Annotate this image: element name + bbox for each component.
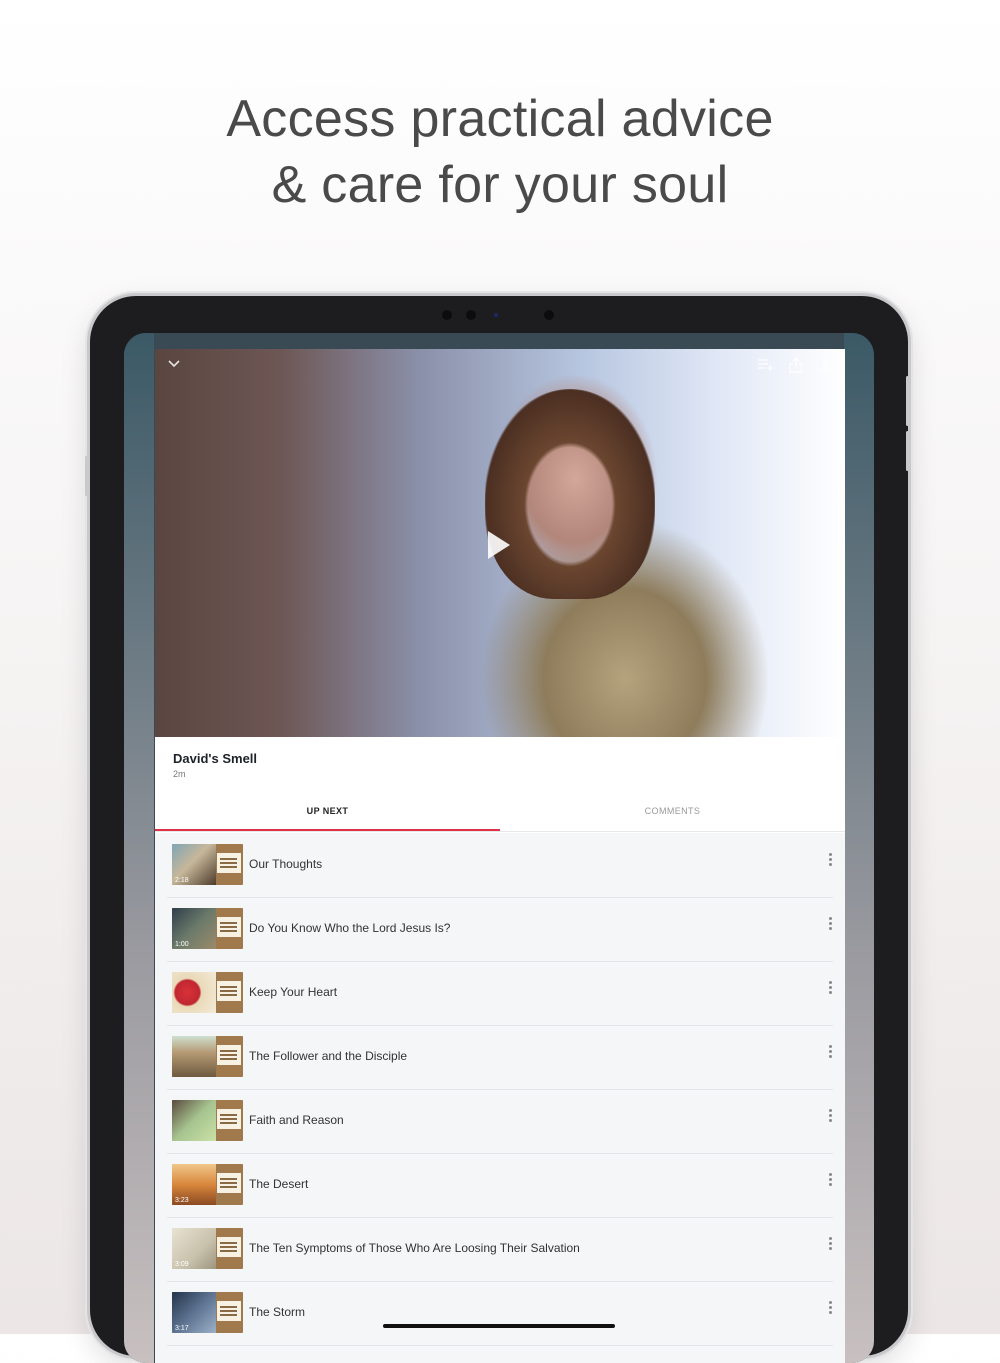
- more-options-icon[interactable]: [829, 1109, 833, 1123]
- video-title: David's Smell: [173, 751, 258, 766]
- more-options-icon[interactable]: [829, 1173, 833, 1187]
- background-edge-right: [844, 333, 874, 1363]
- thumbnail-duration: 3:23: [175, 1197, 189, 1204]
- up-next-list: 2:18 Our Thoughts 1:00 Do You Know Who t…: [155, 833, 845, 1363]
- list-item-title: The Ten Symptoms of Those Who Are Loosin…: [249, 1241, 580, 1255]
- side-button-top: [906, 376, 909, 426]
- list-item[interactable]: 3:17 The Storm: [167, 1281, 833, 1346]
- thumbnail-duration: 3:17: [175, 1325, 189, 1332]
- list-item-title: The Follower and the Disciple: [249, 1049, 408, 1063]
- video-thumbnail: 3:23: [172, 1164, 243, 1205]
- video-thumbnail: [172, 1036, 243, 1077]
- video-thumbnail: 2:18: [172, 844, 243, 885]
- chevron-down-icon[interactable]: [167, 357, 181, 373]
- tab-comments[interactable]: COMMENTS: [500, 793, 845, 831]
- player-sheet: David's Smell 2m UP NEXT COMMENTS 2:18 O…: [155, 349, 845, 1363]
- side-button-bottom: [906, 431, 909, 471]
- video-thumbnail: [172, 1100, 243, 1141]
- ipad-frame: David's Smell 2m UP NEXT COMMENTS 2:18 O…: [85, 296, 909, 1363]
- more-options-icon[interactable]: [829, 853, 833, 867]
- video-thumbnail: 3:09: [172, 1228, 243, 1269]
- video-thumbnail: [172, 972, 243, 1013]
- video-thumbnail: 1:00: [172, 908, 243, 949]
- list-item[interactable]: Keep Your Heart: [167, 961, 833, 1026]
- list-item[interactable]: Faith and Reason: [167, 1089, 833, 1154]
- list-item[interactable]: 3:23 The Desert: [167, 1153, 833, 1218]
- sensor-icon: [466, 310, 476, 320]
- sensor-icon: [442, 310, 452, 320]
- add-to-queue-icon[interactable]: [757, 357, 775, 375]
- list-item-title: The Storm: [249, 1305, 306, 1319]
- play-icon[interactable]: [488, 531, 510, 559]
- thumbnail-duration: 2:18: [175, 877, 189, 884]
- tab-up-next[interactable]: UP NEXT: [155, 793, 500, 831]
- share-icon[interactable]: [789, 357, 803, 377]
- list-item-title: Do You Know Who the Lord Jesus Is?: [249, 921, 451, 935]
- screen: David's Smell 2m UP NEXT COMMENTS 2:18 O…: [124, 333, 874, 1363]
- home-indicator[interactable]: [383, 1324, 615, 1328]
- video-player[interactable]: [155, 349, 845, 737]
- list-item[interactable]: 3:09 The Ten Symptoms of Those Who Are L…: [167, 1217, 833, 1282]
- more-options-icon[interactable]: [829, 1237, 833, 1251]
- headline-line-1: Access practical advice: [226, 90, 774, 148]
- list-item-title: Keep Your Heart: [249, 985, 338, 999]
- volume-button: [85, 456, 88, 496]
- more-options-icon[interactable]: [829, 1301, 833, 1315]
- list-item[interactable]: The Follower and the Disciple: [167, 1025, 833, 1090]
- more-options-icon[interactable]: [829, 1045, 833, 1059]
- video-duration: 2m: [173, 769, 186, 779]
- camera-icon: [544, 310, 554, 320]
- more-options-icon[interactable]: [829, 981, 833, 995]
- headline-line-2: & care for your soul: [271, 156, 729, 214]
- download-icon[interactable]: [819, 357, 831, 375]
- list-item-title: Faith and Reason: [249, 1113, 344, 1127]
- thumbnail-duration: 1:00: [175, 941, 189, 948]
- list-item-title: The Desert: [249, 1177, 309, 1191]
- list-item[interactable]: 1:00 Do You Know Who the Lord Jesus Is?: [167, 897, 833, 962]
- tab-bar: UP NEXT COMMENTS: [155, 793, 845, 832]
- more-options-icon[interactable]: [829, 917, 833, 931]
- video-thumbnail: 3:17: [172, 1292, 243, 1333]
- video-frame-figure: [485, 389, 655, 599]
- list-item-title: Our Thoughts: [249, 857, 323, 871]
- background-edge-left: [124, 333, 154, 1363]
- indicator-icon: [494, 313, 498, 317]
- thumbnail-duration: 3:09: [175, 1261, 189, 1268]
- headline: Access practical advice & care for your …: [0, 86, 1000, 218]
- list-item[interactable]: 2:18 Our Thoughts: [167, 833, 833, 898]
